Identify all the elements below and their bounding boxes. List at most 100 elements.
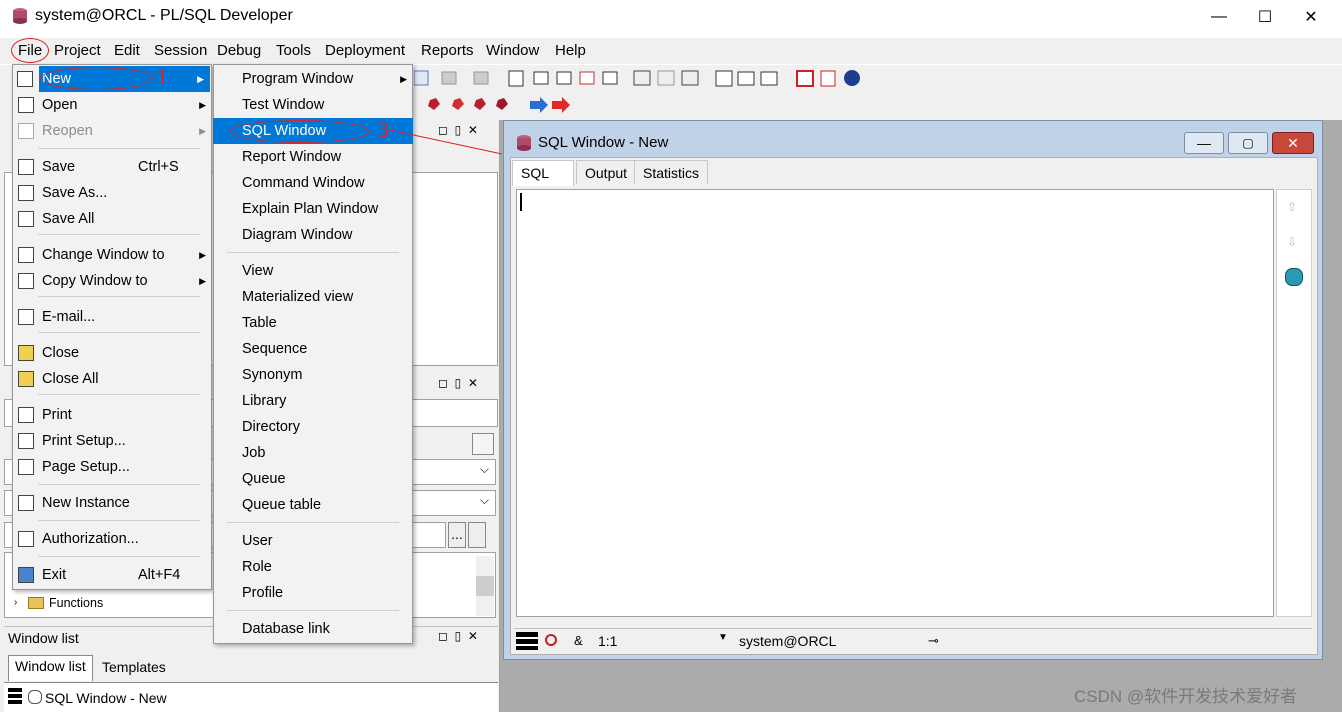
new-submenu-item-command-window[interactable]: Command Window <box>213 170 413 196</box>
new-submenu-item-queue[interactable]: Queue <box>213 466 413 492</box>
file-menu-item-newinstance[interactable]: New Instance <box>12 490 212 516</box>
move-down-icon[interactable]: ⇩ <box>1287 235 1297 249</box>
sql-editor[interactable] <box>516 189 1274 617</box>
cursor-position: 1:1 <box>598 633 618 649</box>
filter-checkbox[interactable] <box>472 433 494 455</box>
menu-deployment[interactable]: Deployment <box>325 42 405 59</box>
file-menu-item-email[interactable]: E-mail... <box>12 304 212 330</box>
menu-item-label: Role <box>242 559 272 575</box>
new-submenu-item-report-window[interactable]: Report Window <box>213 144 413 170</box>
file-menu-item-print[interactable]: Print <box>12 402 212 428</box>
menu-separator <box>227 522 399 523</box>
new-submenu-item-profile[interactable]: Profile <box>213 580 413 606</box>
scroll-thumb[interactable] <box>476 576 494 596</box>
file-menu-item-saveall[interactable]: Save All <box>12 206 212 232</box>
menu-item-label: Open <box>42 97 78 113</box>
tree-scrollbar[interactable] <box>476 556 494 616</box>
pin-status-icon[interactable]: ⊸ <box>928 633 939 649</box>
find-button[interactable] <box>468 522 486 548</box>
file-menu-item-save[interactable]: Save Ctrl+S <box>12 154 212 180</box>
tab-window-list[interactable]: Window list <box>8 655 93 681</box>
file-menu-item-reopen: Reopen ▶ <box>12 118 212 144</box>
sql-window-icon <box>514 134 534 152</box>
menu-edit[interactable]: Edit <box>114 42 140 59</box>
tab-templates[interactable]: Templates <box>98 659 170 675</box>
minimize-button[interactable]: — <box>1196 0 1242 34</box>
sql-minimize-button[interactable]: — <box>1184 132 1224 154</box>
new-submenu-item-library[interactable]: Library <box>213 388 413 414</box>
file-menu-item-open[interactable]: Open ▶ <box>12 92 212 118</box>
menu-shortcut: Alt+F4 <box>138 567 181 583</box>
menu-session[interactable]: Session <box>154 42 207 59</box>
menu-item-label: Explain Plan Window <box>242 201 379 217</box>
new-submenu-item-queue-table[interactable]: Queue table <box>213 492 413 518</box>
tree-item-functions[interactable]: Functions <box>49 596 103 610</box>
new-submenu-item-view[interactable]: View <box>213 258 413 284</box>
menu-item-label: Copy Window to <box>42 273 148 289</box>
toolbar-row-1 <box>413 68 874 93</box>
panel-close-icon[interactable]: ✕ <box>468 376 478 390</box>
menu-item-label: Library <box>242 393 287 409</box>
sql-window-title: SQL Window - New <box>538 134 669 151</box>
menu-tools[interactable]: Tools <box>276 42 311 59</box>
menu-help[interactable]: Help <box>555 42 586 59</box>
file-menu-item-pagesetup[interactable]: Page Setup... <box>12 454 212 480</box>
file-menu-item-auth[interactable]: Authorization... <box>12 526 212 552</box>
tab-statistics[interactable]: Statistics <box>634 160 709 184</box>
new-submenu-item-user[interactable]: User <box>213 528 413 554</box>
panel-close-icon[interactable]: ✕ <box>468 629 478 643</box>
dock-icon[interactable]: ▯ <box>455 629 462 643</box>
refresh-icon[interactable] <box>545 634 557 646</box>
move-up-icon[interactable]: ⇧ <box>1287 200 1297 214</box>
menu-item-label: Reopen <box>42 123 93 139</box>
menu-item-label: Table <box>242 315 277 331</box>
new-submenu-item-diagram-window[interactable]: Diagram Window <box>213 222 413 248</box>
new-submenu-item-synonym[interactable]: Synonym <box>213 362 413 388</box>
new-submenu-item-job[interactable]: Job <box>213 440 413 466</box>
pin-icon[interactable]: ◻ <box>438 629 448 643</box>
file-menu-item-change[interactable]: Change Window to ▶ <box>12 242 212 268</box>
browse-button[interactable]: ... <box>448 522 466 548</box>
pagesetup-icon <box>18 459 34 475</box>
annotation-arrow <box>390 129 503 155</box>
close-button[interactable]: ✕ <box>1288 0 1334 34</box>
menu-reports[interactable]: Reports <box>421 42 474 59</box>
connection-dropdown-icon[interactable]: ▼ <box>718 632 728 643</box>
file-menu-item-closeall[interactable]: Close All <box>12 366 212 392</box>
tab-output[interactable]: Output <box>576 160 637 184</box>
menu-item-label: Close <box>42 345 80 361</box>
new-submenu-item-database-link[interactable]: Database link <box>213 616 413 642</box>
new-submenu-item-explain-plan-window[interactable]: Explain Plan Window <box>213 196 413 222</box>
database-icon[interactable] <box>1285 268 1303 286</box>
menu-project[interactable]: Project <box>54 42 101 59</box>
menu-item-label: Print <box>42 407 72 423</box>
window-list-item[interactable]: SQL Window - New <box>45 690 167 706</box>
file-menu-item-close[interactable]: Close <box>12 340 212 366</box>
exit-icon <box>18 567 34 583</box>
file-menu-item-saveas[interactable]: Save As... <box>12 180 212 206</box>
annotation-circle-file <box>11 38 49 63</box>
new-submenu-item-table[interactable]: Table <box>213 310 413 336</box>
new-submenu-item-test-window[interactable]: Test Window <box>213 92 413 118</box>
menu-window[interactable]: Window <box>486 42 539 59</box>
tree-expand-icon[interactable]: › <box>14 597 17 608</box>
pin-icon[interactable]: ◻ <box>438 376 448 390</box>
annotation-1: 1 <box>156 65 169 89</box>
new-submenu-item-sequence[interactable]: Sequence <box>213 336 413 362</box>
menu-item-label: Save <box>42 159 76 175</box>
file-menu-item-printsetup[interactable]: Print Setup... <box>12 428 212 454</box>
tab-sql[interactable]: SQL <box>512 160 574 186</box>
dock-icon[interactable]: ▯ <box>455 376 462 390</box>
sql-close-button[interactable]: ✕ <box>1272 132 1314 154</box>
copy-icon <box>18 273 34 289</box>
panel-buttons-2: ◻ ▯ ✕ <box>438 376 478 390</box>
file-menu-item-copy[interactable]: Copy Window to ▶ <box>12 268 212 294</box>
new-submenu-item-program-window[interactable]: Program Window ▶ <box>213 66 413 92</box>
new-submenu-item-role[interactable]: Role <box>213 554 413 580</box>
new-submenu-item-materialized-view[interactable]: Materialized view <box>213 284 413 310</box>
sql-maximize-button[interactable]: ▢ <box>1228 132 1268 154</box>
menu-debug[interactable]: Debug <box>217 42 261 59</box>
maximize-button[interactable]: ☐ <box>1242 0 1288 34</box>
file-menu-item-exit[interactable]: Exit Alt+F4 <box>12 562 212 588</box>
new-submenu-item-directory[interactable]: Directory <box>213 414 413 440</box>
